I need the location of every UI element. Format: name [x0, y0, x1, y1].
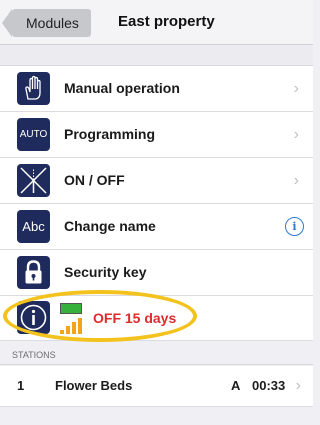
menu-label: Manual operation	[64, 80, 180, 96]
chevron-right-icon: ›	[293, 126, 299, 143]
menu-item-on-off[interactable]: ON / OFF ›	[0, 158, 313, 204]
menu-item-change-name[interactable]: Abc Change name i	[0, 204, 313, 250]
menu-item-manual-operation[interactable]: Manual operation ›	[0, 66, 313, 112]
station-time: 00:33	[252, 378, 286, 393]
menu-label: Security key	[64, 264, 147, 280]
status-label: OFF 15 days	[93, 310, 177, 326]
chevron-right-icon: ›	[293, 172, 299, 189]
module-menu: Manual operation › AUTO Programming › ON…	[0, 65, 313, 341]
menu-item-programming[interactable]: AUTO Programming ›	[0, 112, 313, 158]
auto-icon-text: AUTO	[19, 129, 48, 140]
menu-item-security-key[interactable]: Security key	[0, 250, 313, 296]
menu-label: Change name	[64, 218, 156, 234]
station-name: Flower Beds	[55, 378, 133, 393]
auto-icon: AUTO	[17, 118, 50, 151]
abc-icon: Abc	[17, 210, 50, 243]
signal-strength-icon	[60, 318, 82, 334]
back-button-modules[interactable]: Modules	[2, 9, 91, 37]
hand-icon	[17, 72, 50, 105]
menu-label: ON / OFF	[64, 172, 125, 188]
navigation-bar: Modules East property	[0, 0, 313, 45]
chevron-right-icon: ›	[293, 80, 299, 97]
station-program: A	[231, 378, 241, 393]
abc-icon-text: Abc	[22, 219, 45, 234]
page-title: East property	[118, 13, 215, 30]
status-row[interactable]: OFF 15 days	[0, 296, 313, 341]
lock-icon	[17, 256, 50, 289]
valve-off-icon	[17, 164, 50, 197]
info-circle-icon	[17, 301, 50, 334]
header-spacer	[0, 45, 313, 65]
info-icon[interactable]: i	[285, 217, 304, 236]
station-row[interactable]: 1 Flower Beds A 00:33 ›	[0, 366, 313, 407]
stations-section-header: STATIONS	[0, 343, 313, 365]
battery-icon	[60, 303, 82, 314]
menu-label: Programming	[64, 126, 156, 142]
chevron-right-icon: ›	[295, 377, 301, 394]
station-number: 1	[17, 378, 25, 393]
